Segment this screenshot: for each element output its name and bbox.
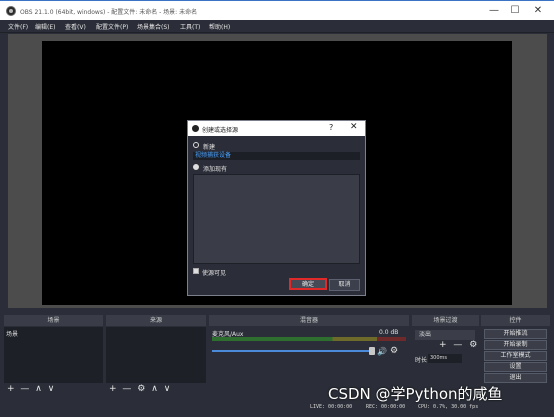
obs-logo-icon: [6, 6, 16, 16]
watermark-text: CSDN @学Python的咸鱼: [328, 385, 503, 403]
dialog-title: 创建或选择源: [202, 127, 239, 134]
sources-header: 来源: [106, 315, 206, 326]
help-button[interactable]: ?: [329, 123, 333, 132]
cancel-button[interactable]: 取消: [329, 279, 360, 291]
move-scene-up-button[interactable]: ∧: [35, 383, 42, 395]
start-recording-button[interactable]: 开始录制: [484, 340, 547, 350]
menu-file[interactable]: 文件(F): [8, 22, 28, 31]
sources-dock: 来源 + — ⚙ ∧ ∨: [106, 315, 206, 395]
dialog-close-button[interactable]: ✕: [350, 122, 358, 132]
speaker-icon[interactable]: 🔊: [377, 347, 387, 356]
mixer-header: 混音器: [209, 315, 409, 326]
menu-bar: 文件(F) 编辑(E) 查看(V) 配置文件(P) 场景集合(S) 工具(T) …: [0, 20, 554, 33]
sources-toolbar: + — ⚙ ∧ ∨: [106, 383, 206, 395]
existing-sources-list[interactable]: [193, 174, 360, 264]
duration-label: 时长: [415, 357, 428, 364]
menu-view[interactable]: 查看(V): [65, 22, 86, 31]
move-source-up-button[interactable]: ∧: [151, 383, 158, 395]
window-title: OBS 21.1.0 (64bit, windows) - 配置文件: 未命名 …: [20, 9, 198, 16]
make-visible-label: 使源可见: [202, 270, 227, 277]
volume-meter: [212, 337, 406, 341]
menu-tools[interactable]: 工具(T): [180, 22, 200, 31]
radio-create-new-label: 新建: [203, 144, 216, 151]
radio-add-existing[interactable]: [193, 164, 199, 170]
settings-button[interactable]: 设置: [484, 362, 547, 372]
maximize-button[interactable]: ☐: [505, 4, 525, 18]
move-scene-down-button[interactable]: ∨: [48, 383, 55, 395]
add-scene-button[interactable]: +: [7, 383, 15, 395]
minimize-button[interactable]: —: [484, 4, 504, 18]
source-name-input[interactable]: 视频捕获设备: [193, 152, 360, 160]
volume-slider-handle[interactable]: [369, 347, 375, 355]
add-transition-button[interactable]: +: [439, 340, 447, 350]
radio-add-existing-label: 添加现有: [203, 166, 228, 173]
add-source-button[interactable]: +: [109, 383, 117, 395]
studio-mode-button[interactable]: 工作室模式: [484, 351, 547, 361]
live-timer: LIVE: 00:00:00: [310, 404, 353, 410]
make-visible-checkbox[interactable]: [193, 268, 199, 274]
remove-source-button[interactable]: —: [122, 383, 131, 395]
mixer-gear-icon[interactable]: ⚙: [390, 346, 398, 356]
scenes-toolbar: + — ∧ ∨: [4, 383, 103, 395]
source-settings-gear-icon[interactable]: ⚙: [137, 383, 145, 395]
mixer-body: 麦克风/Aux 0.0 dB 🔊 ⚙: [209, 327, 409, 383]
ok-button[interactable]: 确定: [289, 278, 327, 290]
remove-transition-button[interactable]: —: [453, 340, 462, 350]
menu-profile[interactable]: 配置文件(P): [96, 22, 128, 31]
menu-scene-collection[interactable]: 场景集合(S): [137, 22, 170, 31]
move-source-down-button[interactable]: ∨: [164, 383, 171, 395]
cpu-fps: CPU: 0.7%, 30.00 fps: [418, 404, 479, 410]
scenes-dock: 场景 场景 + — ∧ ∨: [4, 315, 103, 395]
controls-header: 控件: [481, 315, 550, 326]
rec-timer: REC: 00:00:00: [366, 404, 406, 410]
dialog-title-bar: 创建或选择源 ? ✕: [188, 121, 365, 136]
start-streaming-button[interactable]: 开始推流: [484, 329, 547, 339]
scenes-header: 场景: [4, 315, 103, 326]
menu-help[interactable]: 帮助(H): [209, 22, 230, 31]
obs-logo-icon: [192, 125, 199, 132]
close-button[interactable]: ✕: [528, 4, 548, 18]
sources-list[interactable]: [106, 327, 206, 383]
transition-select[interactable]: 淡出: [415, 330, 475, 340]
menu-edit[interactable]: 编辑(E): [35, 22, 55, 31]
remove-scene-button[interactable]: —: [20, 383, 29, 395]
transition-toolbar: + — ⚙: [439, 340, 477, 350]
scenes-list[interactable]: 场景: [4, 327, 103, 383]
transitions-header: 场景过渡: [412, 315, 479, 326]
transition-gear-icon[interactable]: ⚙: [469, 340, 477, 350]
title-bar: OBS 21.1.0 (64bit, windows) - 配置文件: 未命名 …: [0, 0, 554, 20]
scene-item[interactable]: 场景: [6, 329, 18, 338]
radio-create-new[interactable]: [193, 142, 199, 148]
volume-slider[interactable]: [212, 350, 372, 352]
mixer-level-readout: 0.0 dB: [379, 329, 399, 336]
exit-button[interactable]: 退出: [484, 373, 547, 383]
duration-input[interactable]: 300ms: [428, 354, 462, 363]
